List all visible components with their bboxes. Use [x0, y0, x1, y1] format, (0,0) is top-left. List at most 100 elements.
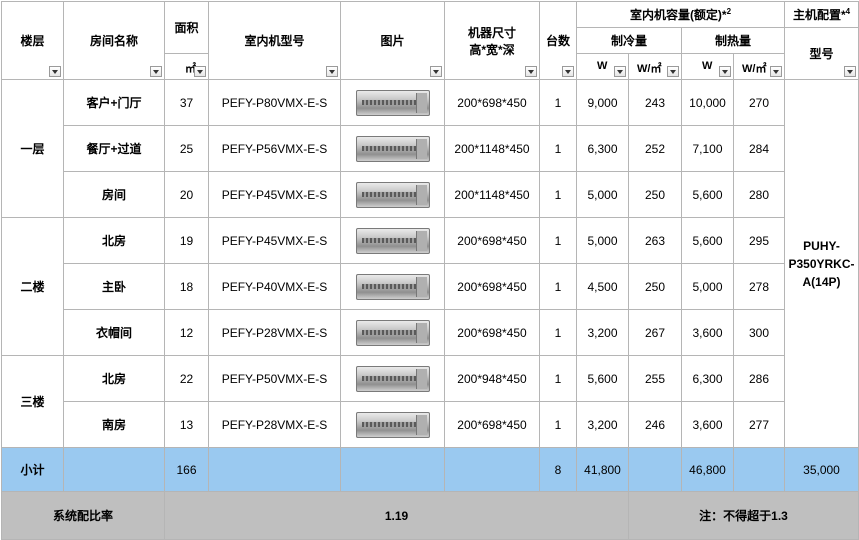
subtotal-area[interactable]: 166 — [164, 447, 209, 492]
cooling-wm2-cell[interactable]: 267 — [628, 309, 682, 356]
subtotal-empty-cell[interactable] — [63, 447, 165, 492]
system-ratio-value[interactable]: 1.19 — [164, 491, 629, 540]
area-cell[interactable]: 37 — [164, 79, 209, 126]
cooling-w-cell[interactable]: 9,000 — [576, 79, 629, 126]
model-cell[interactable]: PEFY-P28VMX-E-S — [208, 401, 341, 448]
cooling-w-cell[interactable]: 3,200 — [576, 309, 629, 356]
filter-dropdown-button[interactable] — [667, 66, 679, 77]
heating-wm2-cell[interactable]: 277 — [733, 401, 785, 448]
dimension-cell[interactable]: 200*698*450 — [444, 309, 540, 356]
heating-wm2-cell[interactable]: 295 — [733, 217, 785, 264]
subtotal-empty-cell[interactable] — [340, 447, 445, 492]
picture-cell[interactable] — [340, 217, 445, 264]
heating-wm2-cell[interactable]: 286 — [733, 355, 785, 402]
dimension-cell[interactable]: 200*1148*450 — [444, 171, 540, 218]
filter-dropdown-button[interactable] — [49, 66, 61, 77]
filter-dropdown-button[interactable] — [614, 66, 626, 77]
cooling-w-cell[interactable]: 5,000 — [576, 171, 629, 218]
dimension-cell[interactable]: 200*698*450 — [444, 263, 540, 310]
cooling-w-cell[interactable]: 6,300 — [576, 125, 629, 172]
filter-dropdown-button[interactable] — [525, 66, 537, 77]
count-cell[interactable]: 1 — [539, 401, 577, 448]
heating-wm2-cell[interactable]: 284 — [733, 125, 785, 172]
heating-wm2-cell[interactable]: 280 — [733, 171, 785, 218]
heating-w-cell[interactable]: 10,000 — [681, 79, 734, 126]
dimension-cell[interactable]: 200*698*450 — [444, 217, 540, 264]
cooling-wm2-cell[interactable]: 246 — [628, 401, 682, 448]
area-cell[interactable]: 13 — [164, 401, 209, 448]
model-cell[interactable]: PEFY-P40VMX-E-S — [208, 263, 341, 310]
heating-w-cell[interactable]: 5,000 — [681, 263, 734, 310]
room-cell[interactable]: 客户+门厅 — [63, 79, 165, 126]
count-cell[interactable]: 1 — [539, 125, 577, 172]
room-cell[interactable]: 主卧 — [63, 263, 165, 310]
heating-wm2-cell[interactable]: 270 — [733, 79, 785, 126]
cooling-wm2-cell[interactable]: 255 — [628, 355, 682, 402]
filter-dropdown-button[interactable] — [562, 66, 574, 77]
picture-cell[interactable] — [340, 309, 445, 356]
room-cell[interactable]: 北房 — [63, 355, 165, 402]
cooling-w-cell[interactable]: 5,000 — [576, 217, 629, 264]
area-cell[interactable]: 22 — [164, 355, 209, 402]
system-ratio-note[interactable]: 注：不得超于1.3 — [628, 491, 859, 540]
room-cell[interactable]: 南房 — [63, 401, 165, 448]
subtotal-empty-cell[interactable] — [628, 447, 682, 492]
model-cell[interactable]: PEFY-P80VMX-E-S — [208, 79, 341, 126]
area-cell[interactable]: 20 — [164, 171, 209, 218]
subtotal-empty-cell[interactable] — [444, 447, 540, 492]
cooling-wm2-cell[interactable]: 252 — [628, 125, 682, 172]
subtotal-cooling-w[interactable]: 41,800 — [576, 447, 629, 492]
dimension-cell[interactable]: 200*1148*450 — [444, 125, 540, 172]
floor-cell[interactable]: 三楼 — [1, 355, 64, 448]
picture-cell[interactable] — [340, 355, 445, 402]
cooling-wm2-cell[interactable]: 250 — [628, 263, 682, 310]
area-cell[interactable]: 18 — [164, 263, 209, 310]
filter-dropdown-button[interactable] — [326, 66, 338, 77]
subtotal-empty-cell[interactable] — [733, 447, 785, 492]
picture-cell[interactable] — [340, 263, 445, 310]
filter-dropdown-button[interactable] — [194, 66, 206, 77]
count-cell[interactable]: 1 — [539, 171, 577, 218]
area-cell[interactable]: 25 — [164, 125, 209, 172]
floor-cell[interactable]: 二楼 — [1, 217, 64, 356]
picture-cell[interactable] — [340, 125, 445, 172]
subtotal-count[interactable]: 8 — [539, 447, 577, 492]
count-cell[interactable]: 1 — [539, 79, 577, 126]
model-cell[interactable]: PEFY-P45VMX-E-S — [208, 217, 341, 264]
count-cell[interactable]: 1 — [539, 309, 577, 356]
model-cell[interactable]: PEFY-P28VMX-E-S — [208, 309, 341, 356]
subtotal-label[interactable]: 小计 — [1, 447, 64, 492]
dimension-cell[interactable]: 200*948*450 — [444, 355, 540, 402]
filter-dropdown-button[interactable] — [719, 66, 731, 77]
filter-dropdown-button[interactable] — [844, 66, 856, 77]
floor-cell[interactable]: 一层 — [1, 79, 64, 218]
heating-w-cell[interactable]: 6,300 — [681, 355, 734, 402]
model-cell[interactable]: PEFY-P45VMX-E-S — [208, 171, 341, 218]
cooling-wm2-cell[interactable]: 243 — [628, 79, 682, 126]
model-cell[interactable]: PEFY-P50VMX-E-S — [208, 355, 341, 402]
area-cell[interactable]: 19 — [164, 217, 209, 264]
filter-dropdown-button[interactable] — [430, 66, 442, 77]
heating-w-cell[interactable]: 7,100 — [681, 125, 734, 172]
heating-w-cell[interactable]: 3,600 — [681, 309, 734, 356]
filter-dropdown-button[interactable] — [770, 66, 782, 77]
dimension-cell[interactable]: 200*698*450 — [444, 401, 540, 448]
area-cell[interactable]: 12 — [164, 309, 209, 356]
count-cell[interactable]: 1 — [539, 355, 577, 402]
main-unit-model-cell[interactable]: PUHY- P350YRKC- A(14P) — [784, 79, 859, 448]
subtotal-heating-w[interactable]: 46,800 — [681, 447, 734, 492]
filter-dropdown-button[interactable] — [150, 66, 162, 77]
count-cell[interactable]: 1 — [539, 217, 577, 264]
room-cell[interactable]: 餐厅+过道 — [63, 125, 165, 172]
picture-cell[interactable] — [340, 171, 445, 218]
cooling-wm2-cell[interactable]: 250 — [628, 171, 682, 218]
picture-cell[interactable] — [340, 401, 445, 448]
model-cell[interactable]: PEFY-P56VMX-E-S — [208, 125, 341, 172]
heating-wm2-cell[interactable]: 300 — [733, 309, 785, 356]
picture-cell[interactable] — [340, 79, 445, 126]
cooling-w-cell[interactable]: 5,600 — [576, 355, 629, 402]
room-cell[interactable]: 衣帽间 — [63, 309, 165, 356]
heating-w-cell[interactable]: 5,600 — [681, 171, 734, 218]
system-ratio-label[interactable]: 系统配比率 — [1, 491, 165, 540]
room-cell[interactable]: 北房 — [63, 217, 165, 264]
